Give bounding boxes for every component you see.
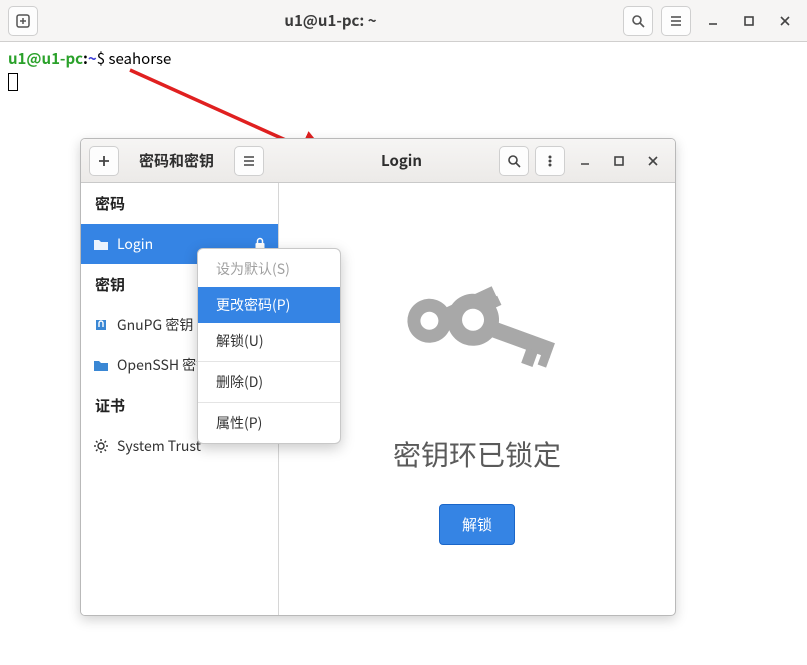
menu-separator [198, 361, 340, 362]
prompt-char: $ [97, 48, 109, 69]
terminal-titlebar: u1@u1-pc: ~ [0, 0, 807, 42]
minimize-button[interactable] [699, 7, 727, 35]
menu-button[interactable] [661, 6, 691, 36]
seahorse-search-button[interactable] [499, 146, 529, 176]
gnupg-icon [93, 317, 109, 333]
seahorse-maximize-button[interactable] [605, 147, 633, 175]
sidebar-item-label: System Trust [117, 436, 201, 456]
maximize-button[interactable] [735, 7, 763, 35]
folder-icon [93, 237, 109, 251]
add-button[interactable] [89, 146, 119, 176]
prompt-path: ~ [88, 48, 97, 69]
keys-icon [392, 254, 562, 404]
seahorse-kebab-button[interactable] [535, 146, 565, 176]
folder-icon [93, 358, 109, 372]
gear-icon [93, 438, 109, 454]
sidebar-item-label: GnuPG 密钥 [117, 315, 193, 335]
unlock-button[interactable]: 解锁 [439, 504, 515, 545]
seahorse-close-button[interactable] [639, 147, 667, 175]
seahorse-minimize-button[interactable] [571, 147, 599, 175]
seahorse-title-mid: Login [272, 150, 491, 171]
menu-item-delete[interactable]: 删除(D) [198, 364, 340, 400]
locked-heading: 密钥环已锁定 [393, 434, 561, 474]
prompt-user: u1@u1-pc [8, 48, 83, 69]
new-tab-button[interactable] [8, 6, 38, 36]
menu-item-properties[interactable]: 属性(P) [198, 405, 340, 441]
menu-separator [198, 402, 340, 403]
terminal-title: u1@u1-pc: ~ [46, 10, 615, 31]
seahorse-window: 密码和密钥 Login 密码 [80, 138, 676, 616]
context-menu: 设为默认(S) 更改密码(P) 解锁(U) 删除(D) 属性(P) [197, 248, 341, 444]
sidebar-item-label: Login [117, 234, 153, 254]
menu-item-unlock[interactable]: 解锁(U) [198, 323, 340, 359]
seahorse-titlebar: 密码和密钥 Login [81, 139, 675, 183]
sidebar-menu-button[interactable] [234, 146, 264, 176]
menu-item-set-default[interactable]: 设为默认(S) [198, 251, 340, 287]
terminal-body[interactable]: u1@u1-pc:~$ seahorse [0, 42, 807, 92]
seahorse-title-left: 密码和密钥 [125, 150, 228, 171]
menu-item-change-password[interactable]: 更改密码(P) [198, 287, 340, 323]
terminal-command: seahorse [108, 48, 171, 69]
close-button[interactable] [771, 7, 799, 35]
sidebar-header-passwords: 密码 [81, 183, 278, 224]
terminal-cursor [8, 73, 18, 91]
search-button[interactable] [623, 6, 653, 36]
